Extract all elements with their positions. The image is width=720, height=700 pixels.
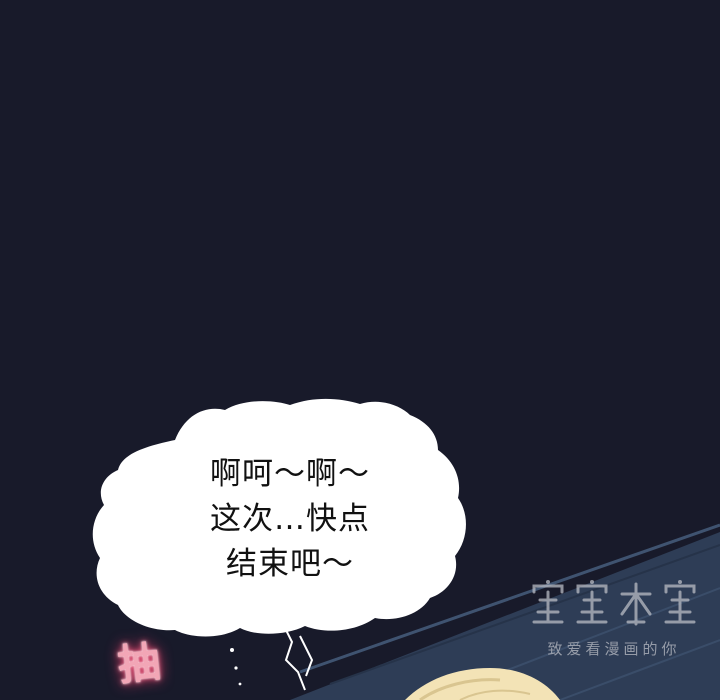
speech-line: 啊呵～啊～ — [210, 456, 370, 492]
comic-panel: 啊呵～啊～ 这次…快点 结束吧～ 抽 致爱看漫画的你 — [0, 0, 720, 700]
sound-effect-text: 抽 — [115, 636, 163, 691]
speech-line: 结束吧～ — [226, 546, 354, 582]
watermark-slogan: 致爱看漫画的你 — [547, 640, 681, 658]
speech-bubble-text: 啊呵～啊～ 这次…快点 结束吧～ — [170, 452, 410, 587]
watermark-logo-icon — [532, 580, 696, 626]
watermark: 致爱看漫画的你 — [516, 578, 712, 659]
speech-line: 这次…快点 — [210, 501, 370, 537]
